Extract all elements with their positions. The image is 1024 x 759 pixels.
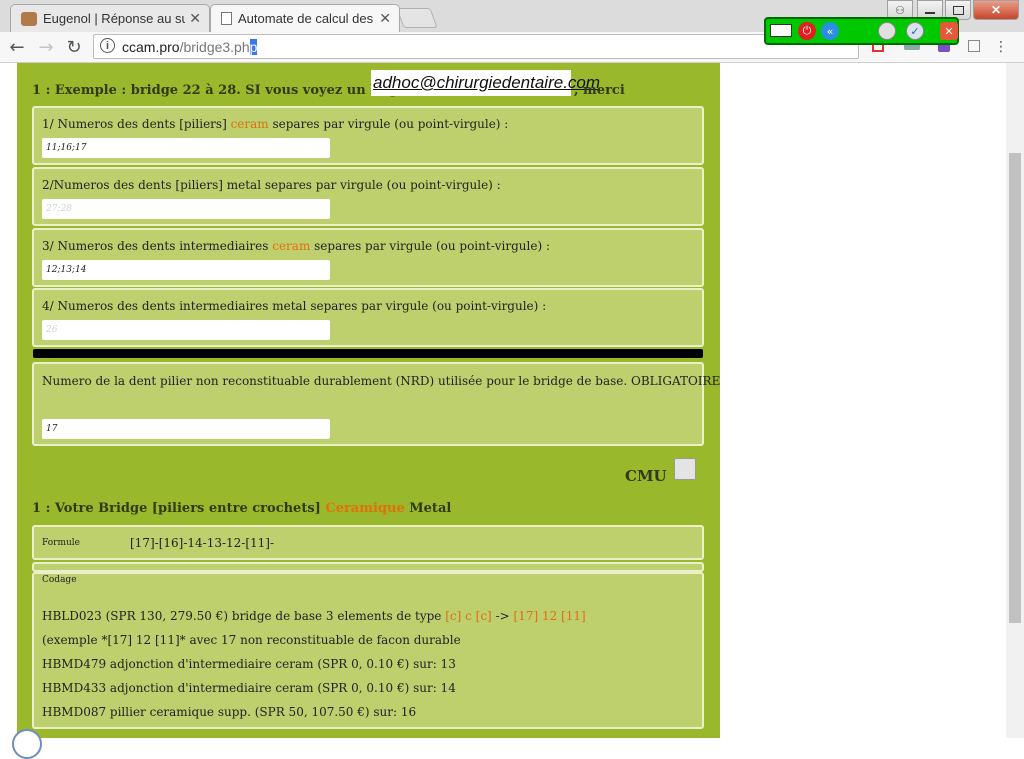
floating-widget-icon[interactable] [12,729,42,759]
piliers-ceram-input[interactable] [42,138,330,158]
formule-label: Formule [42,538,81,548]
url-host: ccam.pro [122,39,180,55]
codage-arrow: -> [491,609,514,623]
result-heading: 1 : Votre Bridge [piliers entre crochets… [32,501,451,516]
new-tab-button[interactable] [396,8,438,28]
circle-icon[interactable] [878,22,896,40]
address-bar[interactable]: i ccam.pro/bridge3.php [93,34,859,59]
extension-icon[interactable] [968,40,980,52]
field-panel-2: 2/Numeros des dents [piliers] metal sepa… [32,167,704,226]
tab-automate[interactable]: Automate de calcul des c ✕ [210,4,400,32]
label-text: 1/ Numeros des dents [piliers] [42,117,231,131]
cmu-checkbox[interactable] [674,458,696,480]
power-icon[interactable]: ⏻ [798,22,816,40]
nrd-label: Numero de la dent pilier non reconstitua… [42,374,721,388]
info-icon[interactable]: i [100,38,115,53]
formule-value: [17]-[16]-14-13-12-[11]- [130,536,275,550]
floating-toolbar[interactable]: ⏻ « ✓ ✕ [764,17,959,45]
close-icon: ✕ [990,3,1002,17]
vertical-scrollbar[interactable] [1006,63,1024,738]
field-label: 4/ Numeros des dents intermediaires meta… [42,299,546,313]
url-text: ccam.pro/bridge3.php [122,39,258,55]
rewind-icon[interactable]: « [821,22,839,40]
field-label: 2/Numeros des dents [piliers] metal sepa… [42,178,501,192]
window-close-button[interactable]: ✕ [973,0,1019,20]
label-text: separes par virgule (ou point-virgule) : [268,117,509,131]
intro-heading: 1 : Exemple : bridge 22 à 28. SI vous vo… [32,83,402,98]
cmu-label: CMU [625,467,667,485]
codage-type: [c] c [c] [445,609,492,623]
ceramique-label: Ceramique [325,501,405,516]
check-icon[interactable]: ✓ [906,22,924,40]
codage-text: HBLD023 (SPR 130, 279.50 €) bridge de ba… [42,609,446,623]
close-icon[interactable]: ✕ [940,22,958,40]
codage-line: HBLD023 (SPR 130, 279.50 €) bridge de ba… [42,609,586,623]
favicon-icon [21,11,37,26]
label-text: 3/ Numeros des dents intermediaires [42,239,273,253]
codage-line: HBMD087 pillier ceramique supp. (SPR 50,… [42,705,417,719]
result-heading-text: 1 : Votre Bridge [piliers entre crochets… [32,501,326,516]
nrd-panel: Numero de la dent pilier non reconstitua… [32,362,720,446]
intermediaires-metal-input[interactable] [42,320,330,340]
empty-panel [32,562,704,572]
codage-teeth: [17] 12 [11] [513,609,586,623]
forward-button[interactable]: → [35,36,57,58]
field-label: 1/ Numeros des dents [piliers] ceram sep… [42,117,508,131]
piliers-metal-input[interactable] [42,199,330,219]
field-label: 3/ Numeros des dents intermediaires cera… [42,239,550,253]
scrollbar-thumb[interactable] [1009,153,1021,623]
user-icon: ⚇ [895,4,905,17]
label-text: 4/ Numeros des dents intermediaires meta… [42,299,547,313]
codage-line: HBMD479 adjonction d'intermediaire ceram… [42,657,456,671]
divider [33,349,703,358]
label-text: separes par virgule (ou point-virgule) : [310,239,550,253]
close-icon[interactable]: ✕ [189,10,201,27]
back-arrow-icon: ← [9,36,25,58]
tab-title: Eugenol | Réponse au suj [43,11,186,26]
reload-button[interactable]: ↻ [63,36,85,58]
url-selection: p [249,39,258,55]
close-icon[interactable]: ✕ [379,10,391,27]
field-panel-3: 3/ Numeros des dents intermediaires cera… [32,228,704,287]
menu-icon[interactable]: ⋮ [994,39,1008,55]
nrd-input[interactable] [42,419,330,439]
label-highlight: ceram [230,117,269,131]
page-icon [221,12,232,25]
label-text: 2/Numeros des dents [piliers] metal sepa… [42,178,501,192]
minimize-icon [925,12,935,14]
url-path: /bridge3.ph [179,39,250,55]
codage-label: Codage [42,575,77,585]
intermediaires-ceram-input[interactable] [42,260,330,280]
intro-text: 1 : Exemple : bridge 22 à 28. SI vous vo… [32,83,403,98]
codage-panel: Codage HBLD023 (SPR 130, 279.50 €) bridg… [32,572,704,729]
contact-email[interactable]: adhoc@chirurgiedentaire.com [371,70,600,96]
back-button[interactable]: ← [6,36,28,58]
field-panel-1: 1/ Numeros des dents [piliers] ceram sep… [32,106,704,165]
codage-line: HBMD433 adjonction d'intermediaire ceram… [42,681,456,695]
tab-title: Automate de calcul des c [238,11,376,26]
tab-eugenol[interactable]: Eugenol | Réponse au suj ✕ [10,4,210,32]
formule-panel: Formule [17]-[16]-14-13-12-[11]- [32,525,704,560]
intro-suffix: , merci [574,83,625,98]
restore-icon [952,5,964,15]
field-panel-4: 4/ Numeros des dents intermediaires meta… [32,288,704,347]
label-highlight: ceram [272,239,311,253]
screen-icon[interactable] [770,24,792,37]
forward-arrow-icon: → [38,36,54,58]
reload-icon: ↻ [66,36,82,58]
codage-line: (exemple *[17] 12 [11]* avec 17 non reco… [42,633,461,647]
metal-label: Metal [404,501,452,516]
